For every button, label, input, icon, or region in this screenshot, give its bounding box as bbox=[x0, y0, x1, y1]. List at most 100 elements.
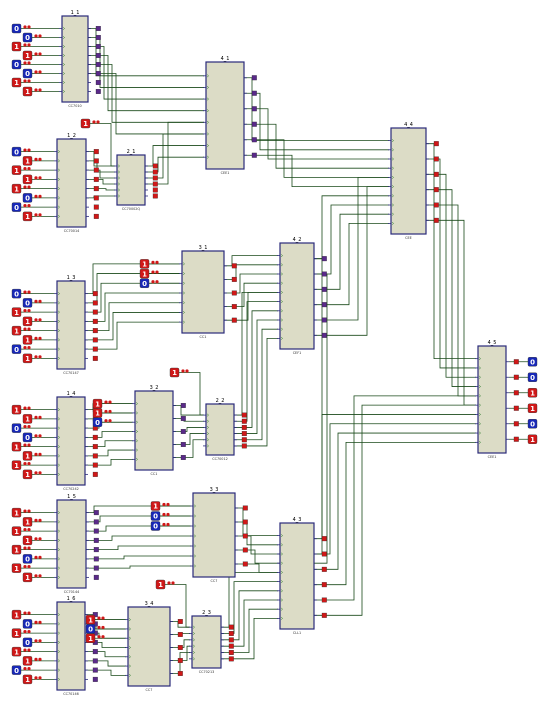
chip-label: 1_1 bbox=[71, 10, 80, 16]
probe-led-icon bbox=[34, 336, 38, 340]
logic-probe-value: 1 bbox=[14, 309, 19, 317]
output-display-value: 0 bbox=[530, 420, 535, 428]
logic-probe-value: 1 bbox=[25, 337, 30, 345]
probe-led-icon bbox=[38, 574, 42, 578]
pin-state-indicator bbox=[93, 204, 99, 210]
probe-led-icon bbox=[27, 565, 31, 569]
chip-body bbox=[56, 396, 86, 486]
pin-state-indicator bbox=[231, 290, 237, 296]
probe-led-icon bbox=[34, 70, 38, 74]
pin-state-indicator bbox=[513, 436, 519, 442]
chip-part-number: CC70213 bbox=[199, 670, 215, 674]
probe-led-icon bbox=[96, 120, 100, 124]
probe-led-icon bbox=[23, 443, 27, 447]
pin-state-indicator bbox=[321, 317, 327, 323]
probe-led-icon bbox=[151, 270, 155, 274]
probe-led-icon bbox=[34, 318, 38, 322]
probe-led-icon bbox=[27, 346, 31, 350]
probe-led-icon bbox=[23, 185, 27, 189]
probe-led-icon bbox=[23, 546, 27, 550]
pin-state-indicator bbox=[92, 300, 98, 306]
chip-part-number: CC70002Q bbox=[122, 207, 141, 211]
probe-led-icon bbox=[34, 471, 38, 475]
logic-probe-value: 0 bbox=[153, 523, 158, 531]
logic-probe-value: 1 bbox=[142, 261, 147, 269]
probe-led-icon bbox=[23, 509, 27, 513]
chip-part-number: CC70014 bbox=[64, 229, 80, 233]
probe-led-icon bbox=[38, 70, 42, 74]
logic-probe-value: 0 bbox=[25, 556, 30, 564]
pin-state-indicator bbox=[95, 89, 101, 94]
probe-led-icon bbox=[34, 657, 38, 661]
chip-label: 1_5 bbox=[67, 494, 76, 500]
pin-state-indicator bbox=[93, 519, 99, 525]
logic-output-3: 1 bbox=[527, 388, 538, 397]
probe-led-icon bbox=[34, 676, 38, 680]
probe-led-icon bbox=[27, 528, 31, 532]
probe-led-icon bbox=[162, 512, 166, 517]
pin-state-indicator bbox=[513, 374, 519, 380]
pin-state-indicator bbox=[95, 44, 101, 49]
pin-state-indicator bbox=[95, 62, 101, 67]
chip-part-number: CC70242 bbox=[63, 487, 79, 491]
chip-part-number: CC7010 bbox=[68, 104, 81, 108]
probe-led-icon bbox=[34, 52, 38, 56]
probe-led-icon bbox=[23, 61, 27, 65]
chip-label: 3_4 bbox=[145, 601, 154, 607]
logic-probe-value: 0 bbox=[14, 204, 19, 212]
probe-led-icon bbox=[38, 434, 42, 438]
logic-probe-value: 1 bbox=[14, 565, 19, 573]
probe-led-icon bbox=[23, 667, 27, 671]
probe-led-icon bbox=[27, 79, 31, 83]
probe-led-icon bbox=[27, 43, 31, 47]
probe-led-icon bbox=[27, 148, 31, 152]
probe-led-icon bbox=[34, 574, 38, 578]
pin-state-indicator bbox=[241, 424, 247, 430]
logic-probe-value: 1 bbox=[25, 355, 30, 363]
pin-state-indicator bbox=[241, 443, 247, 449]
pin-state-indicator bbox=[93, 158, 99, 164]
probe-led-icon bbox=[101, 625, 105, 630]
probe-led-icon bbox=[23, 327, 27, 331]
probe-led-icon bbox=[92, 120, 96, 124]
pin-state-indicator bbox=[152, 187, 158, 193]
pin-state-indicator bbox=[228, 643, 234, 649]
chip-part-number: CC7 bbox=[211, 579, 218, 583]
pin-state-indicator bbox=[95, 71, 101, 76]
probe-led-icon bbox=[155, 260, 159, 264]
probe-led-icon bbox=[27, 309, 31, 313]
probe-led-icon bbox=[23, 309, 27, 313]
probe-led-icon bbox=[27, 185, 31, 189]
probe-led-icon bbox=[101, 616, 105, 620]
logic-probe-value: 1 bbox=[158, 581, 163, 589]
pin-state-indicator bbox=[92, 337, 98, 343]
probe-led-icon bbox=[38, 620, 42, 624]
pin-state-indicator bbox=[95, 35, 101, 40]
output-display-value: 0 bbox=[530, 374, 535, 382]
pin-state-indicator bbox=[152, 175, 158, 181]
logic-probe-value: 0 bbox=[14, 667, 19, 675]
probe-led-icon bbox=[23, 462, 27, 466]
probe-led-icon bbox=[34, 537, 38, 541]
probe-led-icon bbox=[23, 346, 27, 350]
probe-led-icon bbox=[155, 280, 159, 284]
probe-led-icon bbox=[34, 355, 38, 359]
probe-led-icon bbox=[23, 43, 27, 47]
pin-state-indicator bbox=[231, 263, 237, 269]
logic-probe-value: 1 bbox=[25, 213, 30, 221]
probe-led-icon bbox=[162, 522, 166, 527]
pin-state-indicator bbox=[95, 53, 101, 58]
probe-led-icon bbox=[38, 415, 42, 419]
pin-state-indicator bbox=[433, 171, 439, 177]
chip-label: 4_4 bbox=[404, 122, 413, 128]
logic-probe-value: 1 bbox=[14, 462, 19, 470]
logic-probe-value: 0 bbox=[14, 61, 19, 69]
pin-state-indicator bbox=[92, 355, 98, 361]
chip-label: 2_1 bbox=[127, 149, 136, 155]
probe-led-icon bbox=[23, 204, 27, 208]
chip-label: 2_2 bbox=[216, 398, 225, 404]
chip-body bbox=[279, 522, 315, 630]
pin-state-indicator bbox=[93, 574, 99, 580]
probe-led-icon bbox=[38, 518, 42, 522]
probe-led-icon bbox=[38, 537, 42, 541]
